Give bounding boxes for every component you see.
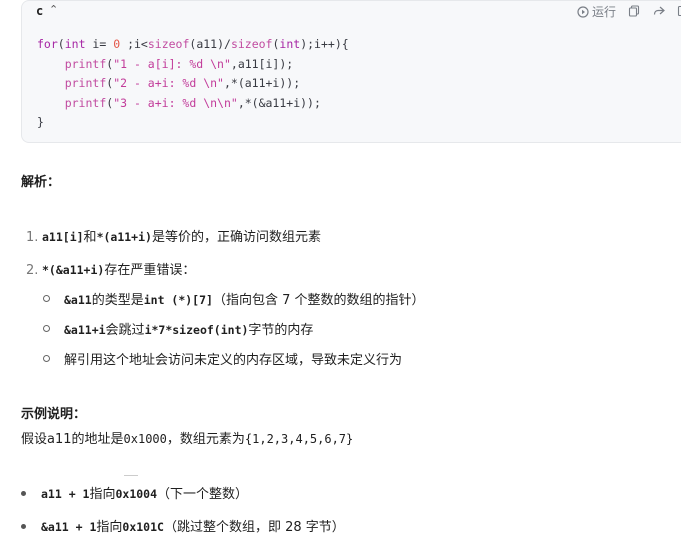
sub-list-item: 解引用这个地址会访问未定义的内存区域，导致未定义行为 bbox=[43, 349, 402, 368]
list-text: 解引用这个地址会访问未定义的内存区域，导致未定义行为 bbox=[64, 353, 403, 368]
list-item: 2. *(&a11+i)存在严重错误： bbox=[26, 259, 195, 278]
copy-icon[interactable] bbox=[628, 5, 640, 21]
code-line: printf("3 - a+i: %d \n\n",*(&a11+i)); bbox=[64, 95, 321, 110]
list-text: 的类型是 bbox=[91, 293, 144, 308]
circle-bullet-icon bbox=[43, 295, 50, 302]
list-text: 是等价的，正确访问数组元素 bbox=[151, 230, 321, 245]
list-text: 和 bbox=[83, 230, 97, 245]
code-block-header: c ⌃ 运行 bbox=[22, 1, 681, 23]
code-content[interactable]: for(int i= 0 ;i<sizeof(a11)/sizeof(int);… bbox=[37, 35, 349, 133]
inline-code: i*7*sizeof(int) bbox=[144, 323, 249, 337]
play-icon bbox=[577, 6, 589, 18]
code-line: printf("2 - a+i: %d \n",*(a11+i)); bbox=[64, 76, 301, 91]
code-block: c ⌃ 运行 for(int i= 0 ;i<sizeof(a11)/sizeo… bbox=[21, 0, 681, 143]
list-text: 指向 bbox=[89, 487, 116, 502]
list-item: a11 + 1指向0x1004（下一个整数） bbox=[21, 483, 248, 502]
list-number: 1. bbox=[26, 230, 39, 245]
code-language-label: c bbox=[36, 4, 44, 18]
inline-code: *(&a11+i) bbox=[42, 263, 105, 277]
inline-code: a11 + 1 bbox=[41, 487, 90, 501]
collapse-chevron-icon[interactable]: ⌃ bbox=[49, 3, 58, 16]
sub-list-item: &a11的类型是int (*)[7]（指向包含 7 个整数的数组的指针） bbox=[43, 289, 425, 308]
list-text: （指向包含 7 个整数的数组的指针） bbox=[212, 293, 425, 308]
disc-bullet-icon bbox=[21, 491, 26, 496]
more-icon[interactable] bbox=[677, 5, 681, 21]
inline-code: *(a11+i) bbox=[96, 230, 152, 244]
code-line: } bbox=[37, 115, 44, 130]
disc-bullet-icon bbox=[21, 524, 26, 529]
inline-code: &a11 bbox=[64, 293, 92, 307]
inline-code: a11[i] bbox=[42, 230, 84, 244]
inline-code: &a11 + 1 bbox=[41, 520, 97, 534]
example-intro: 假设a11的地址是0x1000，数组元素为{1,2,3,4,5,6,7} bbox=[21, 428, 353, 447]
code-line: printf("1 - a[i]: %d \n",a11[i]); bbox=[64, 56, 294, 71]
inline-code: 0x101C bbox=[122, 520, 164, 534]
intro-text: 假设a11的地址是 bbox=[21, 432, 124, 447]
run-button-label: 运行 bbox=[592, 5, 617, 19]
list-text: 指向 bbox=[96, 520, 123, 535]
list-text: 字节的内存 bbox=[248, 323, 314, 338]
inline-code: 0x1000 bbox=[123, 432, 167, 446]
intro-text: ，数组元素为 bbox=[166, 432, 245, 447]
list-item: 1. a11[i]和*(a11+i)是等价的，正确访问数组元素 bbox=[26, 226, 321, 245]
inline-code: int (*)[7] bbox=[143, 293, 213, 307]
circle-bullet-icon bbox=[43, 325, 50, 332]
list-item: &a11 + 1指向0x101C（跳过整个数组，即 28 字节） bbox=[21, 516, 345, 535]
circle-bullet-icon bbox=[43, 355, 50, 362]
list-text: （跳过整个数组，即 28 字节） bbox=[163, 520, 345, 535]
list-text: （下一个整数） bbox=[157, 487, 249, 502]
inline-code: &a11+i bbox=[64, 323, 106, 337]
inline-code: {1,2,3,4,5,6,7} bbox=[244, 432, 354, 446]
sub-list-item: &a11+i会跳过i*7*sizeof(int)字节的内存 bbox=[43, 319, 313, 338]
divider bbox=[124, 475, 138, 476]
run-button[interactable]: 运行 bbox=[577, 3, 616, 20]
inline-code: 0x1004 bbox=[115, 487, 158, 501]
list-number: 2. bbox=[26, 263, 39, 278]
list-text: 会跳过 bbox=[105, 323, 145, 338]
analysis-heading: 解析： bbox=[21, 175, 61, 190]
share-icon[interactable] bbox=[653, 5, 665, 21]
code-line: for(int i= 0 ;i<sizeof(a11)/sizeof(int);… bbox=[37, 37, 349, 51]
example-heading: 示例说明： bbox=[21, 407, 87, 422]
list-text: 存在严重错误： bbox=[104, 263, 196, 278]
